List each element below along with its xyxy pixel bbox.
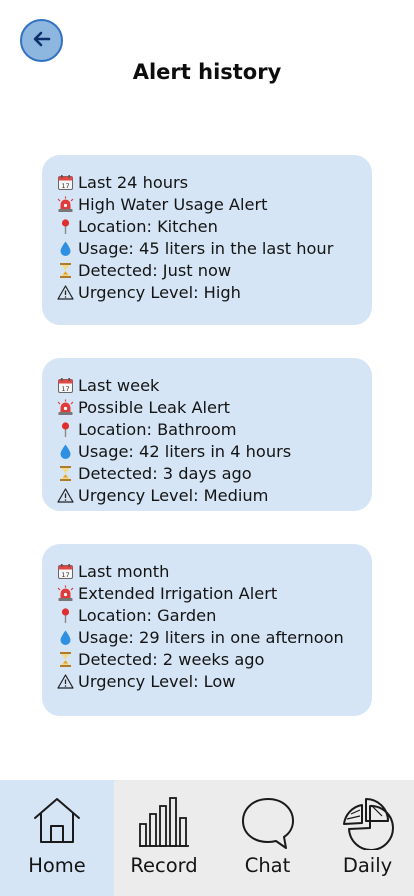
alert-detected-line: Detected: 2 weeks ago: [57, 648, 362, 670]
alert-detected: Detected: Just now: [78, 260, 232, 280]
bottom-tab-bar: Home Record Chat Daily: [0, 780, 414, 896]
svg-text:17: 17: [61, 385, 69, 393]
tab-home[interactable]: Home: [0, 780, 114, 896]
alert-location: Location: Kitchen: [78, 216, 218, 236]
siren-icon: [57, 196, 74, 213]
alert-urgency-line: Urgency Level: Low: [57, 670, 362, 692]
alert-location-line: Location: Bathroom: [57, 418, 362, 440]
droplet-icon: [57, 443, 74, 460]
pin-icon: [57, 607, 74, 624]
bar-chart-icon: [138, 796, 190, 852]
alert-urgency-line: Urgency Level: High: [57, 281, 362, 303]
tab-home-label: Home: [28, 854, 86, 877]
tab-chat[interactable]: Chat: [214, 780, 321, 896]
alert-detected-line: Detected: Just now: [57, 259, 362, 281]
alert-title: Extended Irrigation Alert: [78, 583, 278, 603]
alert-detected: Detected: 3 days ago: [78, 463, 252, 483]
tab-record-label: Record: [130, 854, 198, 877]
calendar-icon: 17: [57, 563, 74, 580]
alert-detected: Detected: 2 weeks ago: [78, 649, 265, 669]
alert-location: Location: Garden: [78, 605, 217, 625]
alert-title-line: Extended Irrigation Alert: [57, 582, 362, 604]
tab-daily[interactable]: Daily: [321, 780, 414, 896]
alert-period-line: 17 Last month: [57, 560, 362, 582]
alert-urgency: Urgency Level: High: [78, 282, 241, 302]
alert-period-line: 17 Last week: [57, 374, 362, 396]
alert-urgency-line: Urgency Level: Medium: [57, 484, 362, 506]
alert-period: Last 24 hours: [78, 172, 189, 192]
warning-icon: [57, 487, 74, 504]
alert-card[interactable]: 17 Last month Extended Irrigation Alert …: [42, 544, 372, 716]
alert-card[interactable]: 17 Last week Possible Leak Alert Locatio…: [42, 358, 372, 511]
alert-title-line: Possible Leak Alert: [57, 396, 362, 418]
alert-title-line: High Water Usage Alert: [57, 193, 362, 215]
alert-location: Location: Bathroom: [78, 419, 237, 439]
tab-record[interactable]: Record: [114, 780, 214, 896]
svg-text:17: 17: [61, 182, 69, 190]
svg-text:17: 17: [61, 571, 69, 579]
alert-title: Possible Leak Alert: [78, 397, 230, 417]
arrow-left-icon: [30, 27, 54, 55]
alert-urgency: Urgency Level: Low: [78, 671, 236, 691]
alert-period: Last week: [78, 375, 160, 395]
pin-icon: [57, 421, 74, 438]
chat-bubble-icon: [240, 796, 296, 854]
alert-usage: Usage: 29 liters in one afternoon: [78, 627, 344, 647]
alert-usage-line: Usage: 42 liters in 4 hours: [57, 440, 362, 462]
alert-usage: Usage: 45 liters in the last hour: [78, 238, 334, 258]
hourglass-icon: [57, 262, 74, 279]
droplet-icon: [57, 240, 74, 257]
alert-usage: Usage: 42 liters in 4 hours: [78, 441, 292, 461]
droplet-icon: [57, 629, 74, 646]
alert-location-line: Location: Kitchen: [57, 215, 362, 237]
alert-card[interactable]: 17 Last 24 hours High Water Usage Alert …: [42, 155, 372, 325]
alert-location-line: Location: Garden: [57, 604, 362, 626]
alert-period: Last month: [78, 561, 170, 581]
calendar-icon: 17: [57, 174, 74, 191]
warning-icon: [57, 284, 74, 301]
tab-chat-label: Chat: [244, 854, 291, 877]
pin-icon: [57, 218, 74, 235]
page-title: Alert history: [132, 60, 282, 84]
tab-daily-label: Daily: [342, 854, 393, 877]
siren-icon: [57, 585, 74, 602]
warning-icon: [57, 673, 74, 690]
alert-urgency: Urgency Level: Medium: [78, 485, 269, 505]
alert-period-line: 17 Last 24 hours: [57, 171, 362, 193]
hourglass-icon: [57, 651, 74, 668]
alert-detected-line: Detected: 3 days ago: [57, 462, 362, 484]
alert-usage-line: Usage: 45 liters in the last hour: [57, 237, 362, 259]
pie-chart-icon: [341, 796, 395, 854]
hourglass-icon: [57, 465, 74, 482]
back-button[interactable]: [20, 19, 63, 62]
alert-title: High Water Usage Alert: [78, 194, 268, 214]
calendar-icon: 17: [57, 377, 74, 394]
siren-icon: [57, 399, 74, 416]
home-icon: [32, 796, 82, 848]
alert-usage-line: Usage: 29 liters in one afternoon: [57, 626, 362, 648]
